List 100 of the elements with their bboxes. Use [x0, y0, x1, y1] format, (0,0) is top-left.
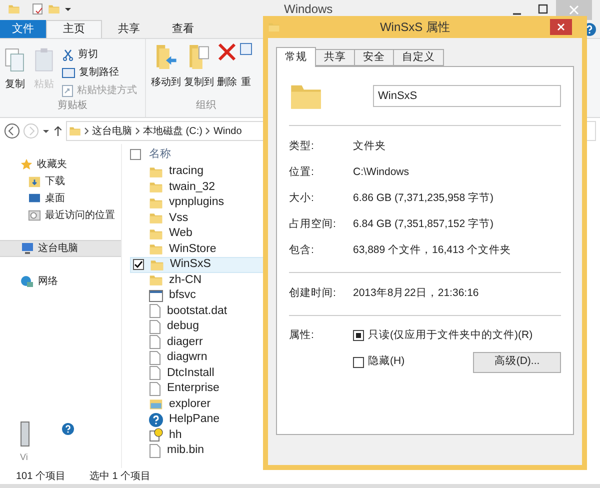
property-value: 63,889 个文件，16,413 个文件夹 — [353, 243, 512, 258]
folder-icon — [149, 180, 163, 194]
folder-window-icon — [149, 397, 163, 412]
computer-icon — [20, 242, 34, 255]
file-row[interactable]: zh-CN — [130, 272, 282, 288]
property-value: 6.84 GB (7,351,857,152 字节) — [353, 217, 494, 232]
ribbon-button[interactable]: 复制到 — [184, 43, 214, 98]
file-row[interactable]: hh — [130, 428, 282, 443]
file-icon — [149, 444, 161, 458]
file-icon — [149, 335, 161, 350]
dialog-folder-icon — [268, 21, 280, 33]
property-label: 类型: — [289, 139, 315, 154]
file-row[interactable]: bfsvc — [130, 288, 282, 304]
nav-item[interactable]: 下载 — [0, 173, 121, 190]
back-icon[interactable] — [4, 123, 20, 139]
close-button[interactable] — [550, 19, 572, 35]
ribbon-button[interactable]: 剪切 — [62, 47, 137, 62]
chevron-icon — [84, 127, 89, 135]
folder-icon — [149, 196, 163, 210]
clipboard-icon — [34, 47, 54, 73]
file-row[interactable]: bootstat.dat — [130, 304, 282, 319]
nav-item[interactable]: 收藏夹 — [0, 156, 121, 173]
file-row[interactable]: WinStore — [130, 242, 282, 257]
folder-icon — [149, 211, 163, 226]
scissors-icon — [62, 48, 74, 60]
file-row[interactable]: Vss — [130, 210, 282, 226]
paste-shortcut-icon — [62, 84, 73, 96]
file-row[interactable]: tracing — [130, 164, 282, 180]
preview-text: Vi — [19, 450, 29, 464]
up-icon[interactable] — [53, 124, 63, 138]
file-row[interactable]: mib.bin — [130, 443, 282, 458]
file-row[interactable]: HelpPane — [130, 412, 282, 428]
network-icon — [20, 275, 34, 288]
property-label: 大小: — [289, 191, 315, 206]
recent-places-icon — [28, 209, 41, 222]
dropdown-icon[interactable] — [64, 5, 72, 13]
folder-icon — [69, 125, 81, 137]
dialog-tab[interactable]: 常规 — [276, 47, 316, 67]
file-row[interactable]: twain_32 — [130, 180, 282, 195]
attribute-checkbox[interactable]: 只读(仅应用于文件夹中的文件)(R) — [353, 328, 533, 344]
file-icon — [149, 320, 161, 334]
file-row[interactable]: Enterprise — [130, 381, 282, 396]
copy-icon — [4, 47, 26, 73]
nav-item[interactable]: 这台电脑 — [0, 240, 121, 257]
dialog-tab[interactable]: 安全 — [354, 49, 394, 66]
ribbon-button[interactable]: 复制路径 — [62, 65, 137, 80]
dialog-tab[interactable]: 共享 — [315, 49, 355, 66]
file-row[interactable]: DtcInstall — [130, 366, 282, 381]
file-icon — [149, 366, 161, 380]
dialog-title: WinSxS 属性 — [378, 19, 451, 36]
ribbon-button[interactable]: 删除 — [217, 43, 237, 98]
program-icon — [149, 290, 163, 302]
property-label: 位置: — [289, 165, 315, 180]
quick-access-folder-icon — [8, 3, 20, 15]
file-row[interactable]: diagerr — [130, 334, 282, 350]
dropdown-icon[interactable] — [42, 127, 50, 135]
nav-item[interactable]: 桌面 — [0, 190, 121, 207]
folder-icon — [149, 242, 163, 256]
property-value: 2013年8月22日，21:36:16 — [353, 286, 479, 302]
property-value: 6.86 GB (7,371,235,958 字节) — [353, 191, 494, 206]
close-icon — [557, 23, 565, 31]
copy-path-icon — [62, 68, 75, 78]
breadcrumb-item[interactable]: 本地磁盘 (C:) — [143, 124, 202, 138]
breadcrumb-item[interactable]: 这台电脑 — [92, 124, 132, 138]
file-icon — [149, 382, 161, 396]
file-row[interactable]: diagwrn — [130, 350, 282, 366]
property-label: 属性: — [289, 328, 315, 343]
file-tab[interactable]: 文件 — [0, 20, 46, 38]
column-header[interactable]: 名称 — [149, 146, 171, 162]
nav-item[interactable]: 最近访问的位置 — [0, 207, 121, 224]
dialog-tab[interactable]: 自定义 — [393, 49, 444, 66]
ribbon-tab[interactable]: 共享 — [102, 20, 156, 38]
attribute-checkbox[interactable]: 隐藏(H) — [353, 354, 405, 370]
file-icon — [149, 304, 161, 318]
name-field[interactable]: WinSxS — [373, 85, 561, 107]
status-text: 101 个项目 — [16, 470, 66, 484]
download-folder-icon — [28, 175, 41, 188]
window-title: Windows — [284, 3, 333, 15]
ribbon-button[interactable]: 移动到 — [151, 43, 181, 98]
folder-icon — [150, 258, 164, 272]
file-row[interactable]: explorer — [130, 396, 282, 412]
file-row[interactable]: debug — [130, 319, 282, 334]
rename-icon — [240, 43, 252, 55]
ribbon-tab[interactable]: 主页 — [46, 20, 102, 38]
ribbon-button[interactable]: 复制 — [4, 43, 26, 98]
advanced-button[interactable]: 高级(D)... — [473, 352, 561, 373]
file-row[interactable]: Web — [130, 226, 282, 242]
property-label: 占用空间: — [289, 217, 337, 232]
help-icon — [149, 412, 163, 427]
folder-icon — [149, 226, 163, 241]
ribbon-button[interactable]: 重 — [240, 43, 252, 98]
properties-icon[interactable] — [32, 3, 44, 15]
nav-item[interactable]: 网络 — [0, 273, 121, 290]
ribbon-tab[interactable]: 查看 — [156, 20, 210, 38]
row-checkbox[interactable] — [133, 259, 144, 270]
select-all-checkbox[interactable] — [130, 148, 141, 160]
folder-icon — [149, 273, 163, 288]
breadcrumb-item[interactable]: Windo — [213, 124, 242, 138]
file-row[interactable]: vpnplugins — [130, 195, 282, 210]
new-folder-icon — [48, 3, 60, 15]
